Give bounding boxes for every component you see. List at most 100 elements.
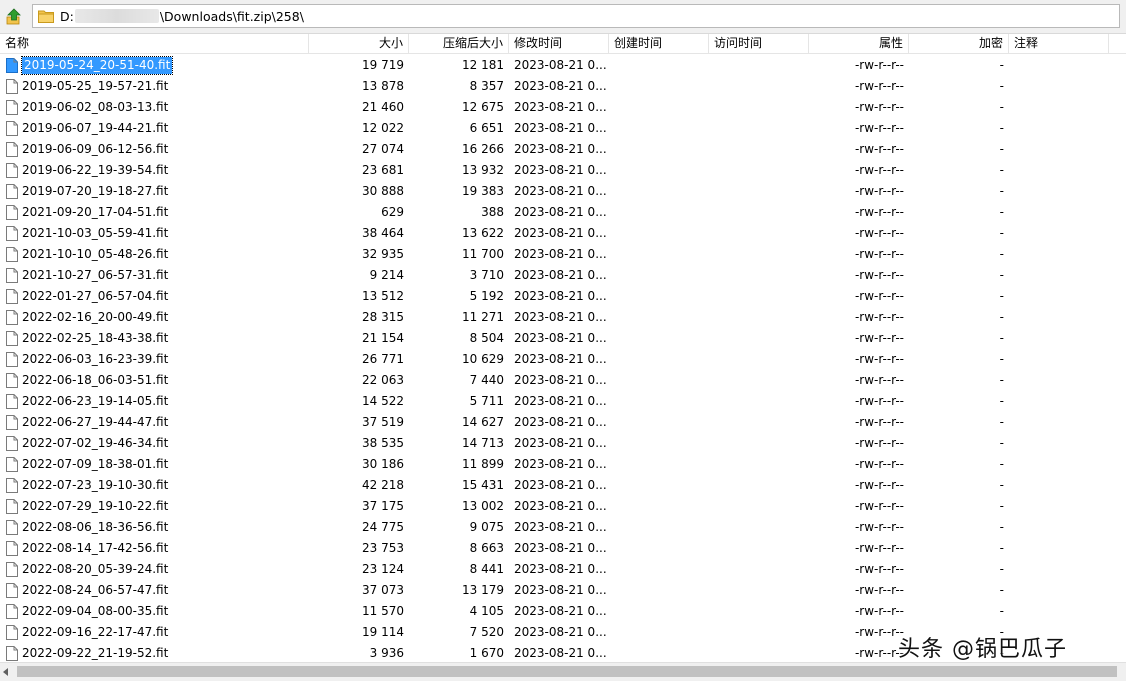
file-name-cell[interactable]: 2022-07-02_19-46-34.fit	[0, 433, 309, 454]
packed-size-cell: 13 179	[462, 583, 504, 597]
table-row[interactable]: 2022-08-14_17-42-56.fit 23 753 8 663 2023-0…	[0, 538, 1126, 559]
file-name-cell[interactable]: 2022-08-20_05-39-24.fit	[0, 559, 309, 580]
file-name-cell[interactable]: 2019-06-02_08-03-13.fit	[0, 97, 309, 118]
table-row[interactable]: 2022-07-23_19-10-30.fit 42 218 15 431 2023-…	[0, 475, 1126, 496]
file-name-cell[interactable]: 2021-09-20_17-04-51.fit	[0, 202, 309, 223]
table-row[interactable]: 2021-10-27_06-57-31.fit 9 214 3 710 2023-08…	[0, 265, 1126, 286]
up-folder-button[interactable]	[4, 7, 24, 27]
table-row[interactable]: 2022-06-23_19-14-05.fit 14 522 5 711 2023-0…	[0, 391, 1126, 412]
file-size-cell: 9 214	[369, 268, 404, 282]
file-name-cell[interactable]: 2019-06-09_06-12-56.fit	[0, 139, 309, 160]
file-name-cell[interactable]: 2022-02-16_20-00-49.fit	[0, 307, 309, 328]
file-name-cell[interactable]: 2021-10-27_06-57-31.fit	[0, 265, 309, 286]
scrollbar-thumb[interactable]	[17, 666, 1117, 677]
table-row[interactable]: 2021-10-10_05-48-26.fit 32 935 11 700 2023-…	[0, 244, 1126, 265]
attributes-cell: -rw-r--r--	[854, 268, 904, 282]
table-row[interactable]: 2019-06-02_08-03-13.fit 21 460 12 675 2023-…	[0, 97, 1126, 118]
modified-time-cell: 2023-08-21 0...	[514, 184, 607, 198]
file-icon	[6, 352, 18, 367]
file-name-cell[interactable]: 2022-06-03_16-23-39.fit	[0, 349, 309, 370]
file-name-cell[interactable]: 2022-01-27_06-57-04.fit	[0, 286, 309, 307]
table-row[interactable]: 2022-08-24_06-57-47.fit 37 073 13 179 2023-…	[0, 580, 1126, 601]
table-row[interactable]: 2019-05-25_19-57-21.fit 13 878 8 357 2023-0…	[0, 76, 1126, 97]
file-name-cell[interactable]: 2022-08-24_06-57-47.fit	[0, 580, 309, 601]
file-name: 2022-08-06_18-36-56.fit	[22, 520, 169, 534]
file-name-cell[interactable]: 2022-09-22_21-19-52.fit	[0, 643, 309, 662]
attributes-cell: -rw-r--r--	[854, 142, 904, 156]
file-name-cell[interactable]: 2021-10-10_05-48-26.fit	[0, 244, 309, 265]
modified-time-cell: 2023-08-21 0...	[514, 499, 607, 513]
file-size-cell: 26 771	[362, 352, 404, 366]
file-name-cell[interactable]: 2019-05-25_19-57-21.fit	[0, 76, 309, 97]
file-name-cell[interactable]: 2019-06-22_19-39-54.fit	[0, 160, 309, 181]
file-icon	[6, 100, 18, 115]
column-header-size[interactable]: 大小	[309, 34, 409, 53]
modified-time-cell: 2023-08-21 0...	[514, 289, 607, 303]
file-name-cell[interactable]: 2022-07-09_18-38-01.fit	[0, 454, 309, 475]
modified-time-cell: 2023-08-21 0...	[514, 457, 607, 471]
table-row[interactable]: 2022-02-16_20-00-49.fit 28 315 11 271 2023-…	[0, 307, 1126, 328]
attributes-cell: -rw-r--r--	[854, 205, 904, 219]
table-row[interactable]: 2022-07-09_18-38-01.fit 30 186 11 899 2023-…	[0, 454, 1126, 475]
modified-time-cell: 2023-08-21 0...	[514, 373, 607, 387]
file-name-cell[interactable]: 2021-10-03_05-59-41.fit	[0, 223, 309, 244]
packed-size-cell: 4 105	[469, 604, 504, 618]
table-row[interactable]: 2019-06-09_06-12-56.fit 27 074 16 266 2023-…	[0, 139, 1126, 160]
table-row[interactable]: 2019-06-22_19-39-54.fit 23 681 13 932 2023-…	[0, 160, 1126, 181]
table-row[interactable]: 2022-07-29_19-10-22.fit 37 175 13 002 2023-…	[0, 496, 1126, 517]
file-name: 2022-01-27_06-57-04.fit	[22, 289, 169, 303]
column-header-created[interactable]: 创建时间	[609, 34, 709, 53]
column-header-encrypted[interactable]: 加密	[909, 34, 1009, 53]
file-size-cell: 13 512	[362, 289, 404, 303]
file-name-cell[interactable]: 2022-06-27_19-44-47.fit	[0, 412, 309, 433]
table-row[interactable]: 2019-06-07_19-44-21.fit 12 022 6 651 2023-0…	[0, 118, 1126, 139]
table-row[interactable]: 2022-06-03_16-23-39.fit 26 771 10 629 2023-…	[0, 349, 1126, 370]
modified-time-cell: 2023-08-21 0...	[514, 415, 607, 429]
packed-size-cell: 12 675	[462, 100, 504, 114]
table-row[interactable]: 2022-08-06_18-36-56.fit 24 775 9 075 2023-0…	[0, 517, 1126, 538]
column-header-attributes[interactable]: 属性	[809, 34, 909, 53]
horizontal-scrollbar[interactable]	[0, 662, 1126, 681]
scroll-left-arrow-icon[interactable]	[3, 668, 8, 676]
file-name-cell[interactable]: 2022-09-04_08-00-35.fit	[0, 601, 309, 622]
file-name-cell[interactable]: 2022-09-16_22-17-47.fit	[0, 622, 309, 643]
file-size-cell: 24 775	[362, 520, 404, 534]
table-row[interactable]: 2022-02-25_18-43-38.fit 21 154 8 504 2023-0…	[0, 328, 1126, 349]
column-header-accessed[interactable]: 访问时间	[709, 34, 809, 53]
table-row[interactable]: 2022-08-20_05-39-24.fit 23 124 8 441 2023-0…	[0, 559, 1126, 580]
encrypted-cell: -	[999, 604, 1004, 618]
file-name-cell[interactable]: 2022-07-23_19-10-30.fit	[0, 475, 309, 496]
table-row[interactable]: 2022-06-18_06-03-51.fit 22 063 7 440 2023-0…	[0, 370, 1126, 391]
file-size-cell: 13 878	[362, 79, 404, 93]
packed-size-cell: 11 271	[462, 310, 504, 324]
address-field[interactable]: D: \Downloads\fit.zip\258\	[32, 4, 1120, 28]
table-row[interactable]: 2022-01-27_06-57-04.fit 13 512 5 192 2023-0…	[0, 286, 1126, 307]
file-name-cell[interactable]: 2022-02-25_18-43-38.fit	[0, 328, 309, 349]
table-row[interactable]: 2021-10-03_05-59-41.fit 38 464 13 622 2023-…	[0, 223, 1126, 244]
column-header-packed-size[interactable]: 压缩后大小	[409, 34, 509, 53]
file-name-cell[interactable]: 2019-05-24_20-51-40.fit	[0, 55, 309, 76]
file-name-cell[interactable]: 2022-08-14_17-42-56.fit	[0, 538, 309, 559]
modified-time-cell: 2023-08-21 0...	[514, 100, 607, 114]
table-row[interactable]: 2019-07-20_19-18-27.fit 30 888 19 383 2023-…	[0, 181, 1126, 202]
table-row[interactable]: 2022-09-04_08-00-35.fit 11 570 4 105 2023-0…	[0, 601, 1126, 622]
table-row[interactable]: 2021-09-20_17-04-51.fit 629 388 2023-08-21 …	[0, 202, 1126, 223]
file-name-cell[interactable]: 2022-07-29_19-10-22.fit	[0, 496, 309, 517]
file-name-cell[interactable]: 2019-06-07_19-44-21.fit	[0, 118, 309, 139]
table-row[interactable]: 2022-07-02_19-46-34.fit 38 535 14 713 2023-…	[0, 433, 1126, 454]
column-header-modified[interactable]: 修改时间	[509, 34, 609, 53]
modified-time-cell: 2023-08-21 0...	[514, 646, 607, 660]
file-size-cell: 37 073	[362, 583, 404, 597]
file-name-cell[interactable]: 2022-08-06_18-36-56.fit	[0, 517, 309, 538]
file-name-cell[interactable]: 2022-06-18_06-03-51.fit	[0, 370, 309, 391]
table-row[interactable]: 2019-05-24_20-51-40.fit 19 719 12 181 2023-…	[0, 55, 1126, 76]
column-header-name[interactable]: 名称	[0, 34, 309, 53]
encrypted-cell: -	[999, 436, 1004, 450]
attributes-cell: -rw-r--r--	[854, 289, 904, 303]
modified-time-cell: 2023-08-21 0...	[514, 436, 607, 450]
file-name-cell[interactable]: 2019-07-20_19-18-27.fit	[0, 181, 309, 202]
column-header-comment[interactable]: 注释	[1009, 34, 1109, 53]
up-folder-arrow-icon	[6, 8, 21, 25]
file-name-cell[interactable]: 2022-06-23_19-14-05.fit	[0, 391, 309, 412]
table-row[interactable]: 2022-06-27_19-44-47.fit 37 519 14 627 2023-…	[0, 412, 1126, 433]
